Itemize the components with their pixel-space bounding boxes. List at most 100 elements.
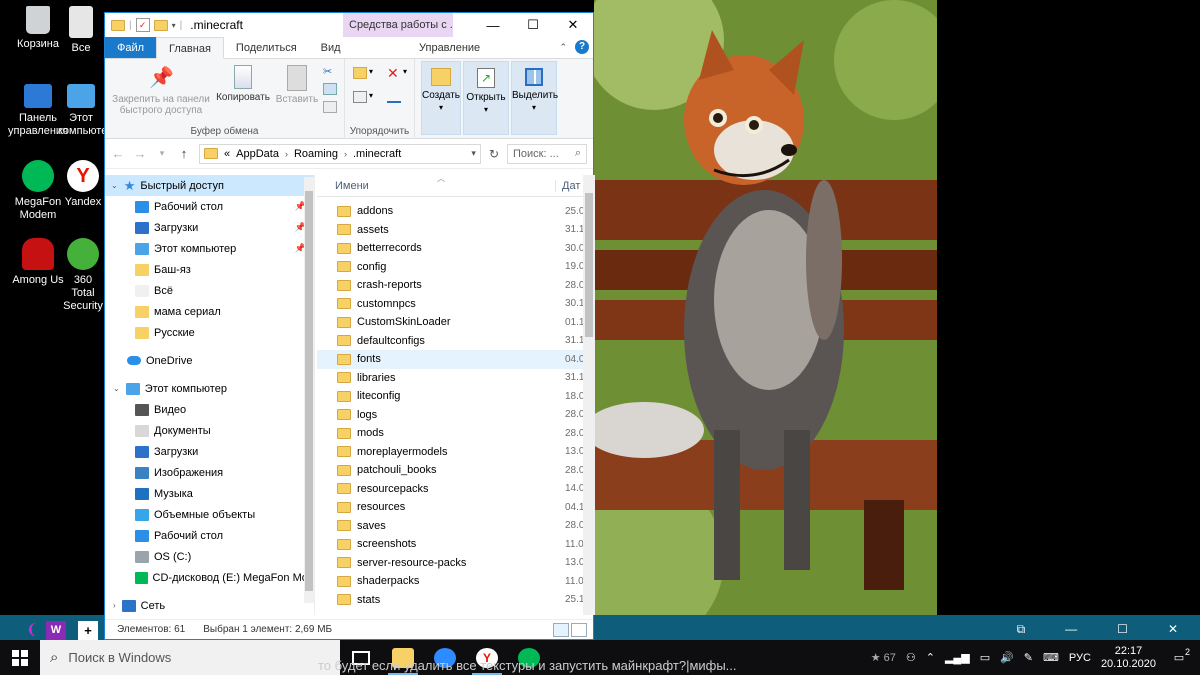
- tab-home[interactable]: Главная: [156, 37, 224, 59]
- list-scrollbar[interactable]: [583, 175, 595, 615]
- start-button[interactable]: [0, 640, 40, 675]
- list-item[interactable]: customnpcs 30.1: [317, 295, 595, 314]
- up-button[interactable]: ↑: [177, 146, 191, 161]
- list-item[interactable]: saves 28.0: [317, 517, 595, 536]
- nav-pc-item[interactable]: OS (C:): [105, 546, 314, 567]
- list-item[interactable]: moreplayermodels 13.0: [317, 443, 595, 462]
- close-button[interactable]: ✕: [553, 13, 593, 37]
- nav-pc-item[interactable]: Рабочий стол: [105, 525, 314, 546]
- pin-quick-access-button[interactable]: 📌 Закрепить на панели быстрого доступа: [109, 65, 213, 116]
- nav-onedrive[interactable]: OneDrive: [105, 350, 314, 371]
- customize-toolbar-icon[interactable]: ▾: [172, 21, 176, 30]
- nav-quick-item[interactable]: Баш-яз: [105, 259, 314, 280]
- chevron-right-icon[interactable]: ›: [344, 149, 347, 159]
- path-overflow[interactable]: «: [224, 148, 230, 160]
- list-item[interactable]: mods 28.0: [317, 424, 595, 443]
- show-hidden-icons-icon[interactable]: ⌃: [926, 651, 935, 664]
- pinned-app-fragment[interactable]: ❨: [22, 621, 42, 640]
- new-tab-icon[interactable]: +: [78, 621, 98, 640]
- details-view-icon[interactable]: [553, 623, 569, 637]
- desktop-icon-360-security[interactable]: 360 Total Security: [62, 238, 104, 313]
- move-to-icon[interactable]: [353, 67, 367, 79]
- clock[interactable]: 22:17 20.10.2020: [1101, 645, 1156, 671]
- list-item[interactable]: stats 25.1: [317, 591, 595, 610]
- close-icon[interactable]: ✕: [1168, 622, 1178, 638]
- maximize-button[interactable]: ☐: [513, 13, 553, 37]
- minimize-button[interactable]: —: [473, 13, 513, 37]
- restore-icon[interactable]: ⧉: [1017, 622, 1026, 638]
- minimize-icon[interactable]: —: [1065, 622, 1077, 638]
- column-header-date[interactable]: Дат: [555, 179, 580, 192]
- nav-pc-item[interactable]: Загрузки: [105, 441, 314, 462]
- breadcrumb-appdata[interactable]: AppData: [236, 148, 279, 160]
- nav-quick-item[interactable]: Этот компьютер 📌: [105, 238, 314, 259]
- list-item[interactable]: crash-reports 28.0: [317, 276, 595, 295]
- list-item[interactable]: config 19.0: [317, 258, 595, 277]
- people-icon[interactable]: ⚇: [906, 651, 916, 664]
- nav-pc-item[interactable]: Объемные объекты: [105, 504, 314, 525]
- delete-dropdown-icon[interactable]: ▾: [403, 67, 407, 76]
- nav-quick-item[interactable]: мама сериал: [105, 301, 314, 322]
- cut-icon[interactable]: ✂: [323, 65, 337, 78]
- search-input[interactable]: Поиск: ... ⌕: [507, 143, 587, 164]
- new-folder-icon[interactable]: [153, 19, 168, 31]
- action-center-button[interactable]: ▭ 2: [1166, 647, 1192, 664]
- select-button[interactable]: Выделить ▾: [511, 61, 558, 135]
- tab-manage[interactable]: Управление: [395, 37, 505, 58]
- list-item[interactable]: server-resource-packs 13.0: [317, 554, 595, 573]
- tab-share[interactable]: Поделиться: [224, 37, 309, 58]
- list-item[interactable]: logs 28.0: [317, 406, 595, 425]
- open-button[interactable]: ↗ Открыть ▾: [463, 61, 509, 135]
- collapse-ribbon-icon[interactable]: ⌃: [559, 42, 567, 53]
- nav-quick-item[interactable]: Русские: [105, 322, 314, 343]
- nav-quick-item[interactable]: Загрузки 📌: [105, 217, 314, 238]
- list-scrollbar-thumb[interactable]: [585, 193, 593, 337]
- nav-pc-item[interactable]: Видео: [105, 399, 314, 420]
- list-item[interactable]: resources 04.1: [317, 498, 595, 517]
- keyboard-icon[interactable]: ⌨: [1043, 651, 1059, 664]
- taskbar-search[interactable]: ⌕ Поиск в Windows: [40, 640, 340, 675]
- copy-to-icon[interactable]: [353, 91, 367, 103]
- column-header-name[interactable]: Имени: [317, 180, 555, 192]
- list-item[interactable]: screenshots 11.0: [317, 535, 595, 554]
- list-item[interactable]: shaderpacks 11.0: [317, 572, 595, 591]
- nav-quick-access[interactable]: ⌄ ★ Быстрый доступ: [105, 175, 314, 196]
- copy-path-icon[interactable]: [323, 83, 337, 95]
- large-icons-view-icon[interactable]: [571, 623, 587, 637]
- chevron-down-icon[interactable]: ⌄: [111, 181, 118, 190]
- create-button[interactable]: Создать ▾: [421, 61, 461, 135]
- desktop-icon-yandex[interactable]: Y Yandex: [62, 160, 104, 209]
- list-item[interactable]: addons 25.0: [317, 202, 595, 221]
- pen-icon[interactable]: ✎: [1024, 651, 1033, 664]
- paste-shortcut-icon[interactable]: [323, 101, 337, 113]
- nav-this-pc[interactable]: ⌄ Этот компьютер: [105, 378, 314, 399]
- address-bar[interactable]: « AppData › Roaming › .minecraft ▾: [199, 143, 481, 164]
- list-item[interactable]: defaultconfigs 31.1: [317, 332, 595, 351]
- maximize-icon[interactable]: ☐: [1117, 622, 1128, 638]
- list-item[interactable]: liteconfig 18.0: [317, 387, 595, 406]
- chevron-down-icon[interactable]: ⌄: [113, 384, 120, 393]
- desktop-icon-all[interactable]: Все: [58, 6, 104, 55]
- nav-pc-item[interactable]: Музыка: [105, 483, 314, 504]
- copy-to-dropdown-icon[interactable]: ▾: [369, 91, 373, 100]
- back-button[interactable]: ←: [111, 146, 125, 161]
- breadcrumb-minecraft[interactable]: .minecraft: [353, 148, 401, 160]
- paste-button[interactable]: Вставить: [275, 65, 319, 105]
- chevron-right-icon[interactable]: ›: [113, 601, 116, 610]
- nav-pc-item[interactable]: CD-дисковод (E:) MegaFon Mod: [105, 567, 314, 588]
- tab-view[interactable]: Вид: [309, 37, 353, 58]
- tab-file[interactable]: Файл: [105, 37, 157, 58]
- refresh-icon[interactable]: ↻: [489, 147, 499, 161]
- nav-quick-item[interactable]: Рабочий стол 📌: [105, 196, 314, 217]
- list-item[interactable]: fonts 04.0: [317, 350, 595, 369]
- nav-pc-item[interactable]: Документы: [105, 420, 314, 441]
- list-item[interactable]: libraries 31.1: [317, 369, 595, 388]
- nav-scrollbar-thumb[interactable]: [305, 191, 313, 591]
- forward-button[interactable]: →: [133, 146, 147, 161]
- list-item[interactable]: assets 31.1: [317, 221, 595, 240]
- nav-network[interactable]: › Сеть: [105, 595, 314, 615]
- network-icon[interactable]: ▭: [980, 651, 990, 664]
- nav-pc-item[interactable]: Изображения: [105, 462, 314, 483]
- list-item[interactable]: patchouli_books 28.0: [317, 461, 595, 480]
- properties-icon[interactable]: ✓: [135, 18, 150, 32]
